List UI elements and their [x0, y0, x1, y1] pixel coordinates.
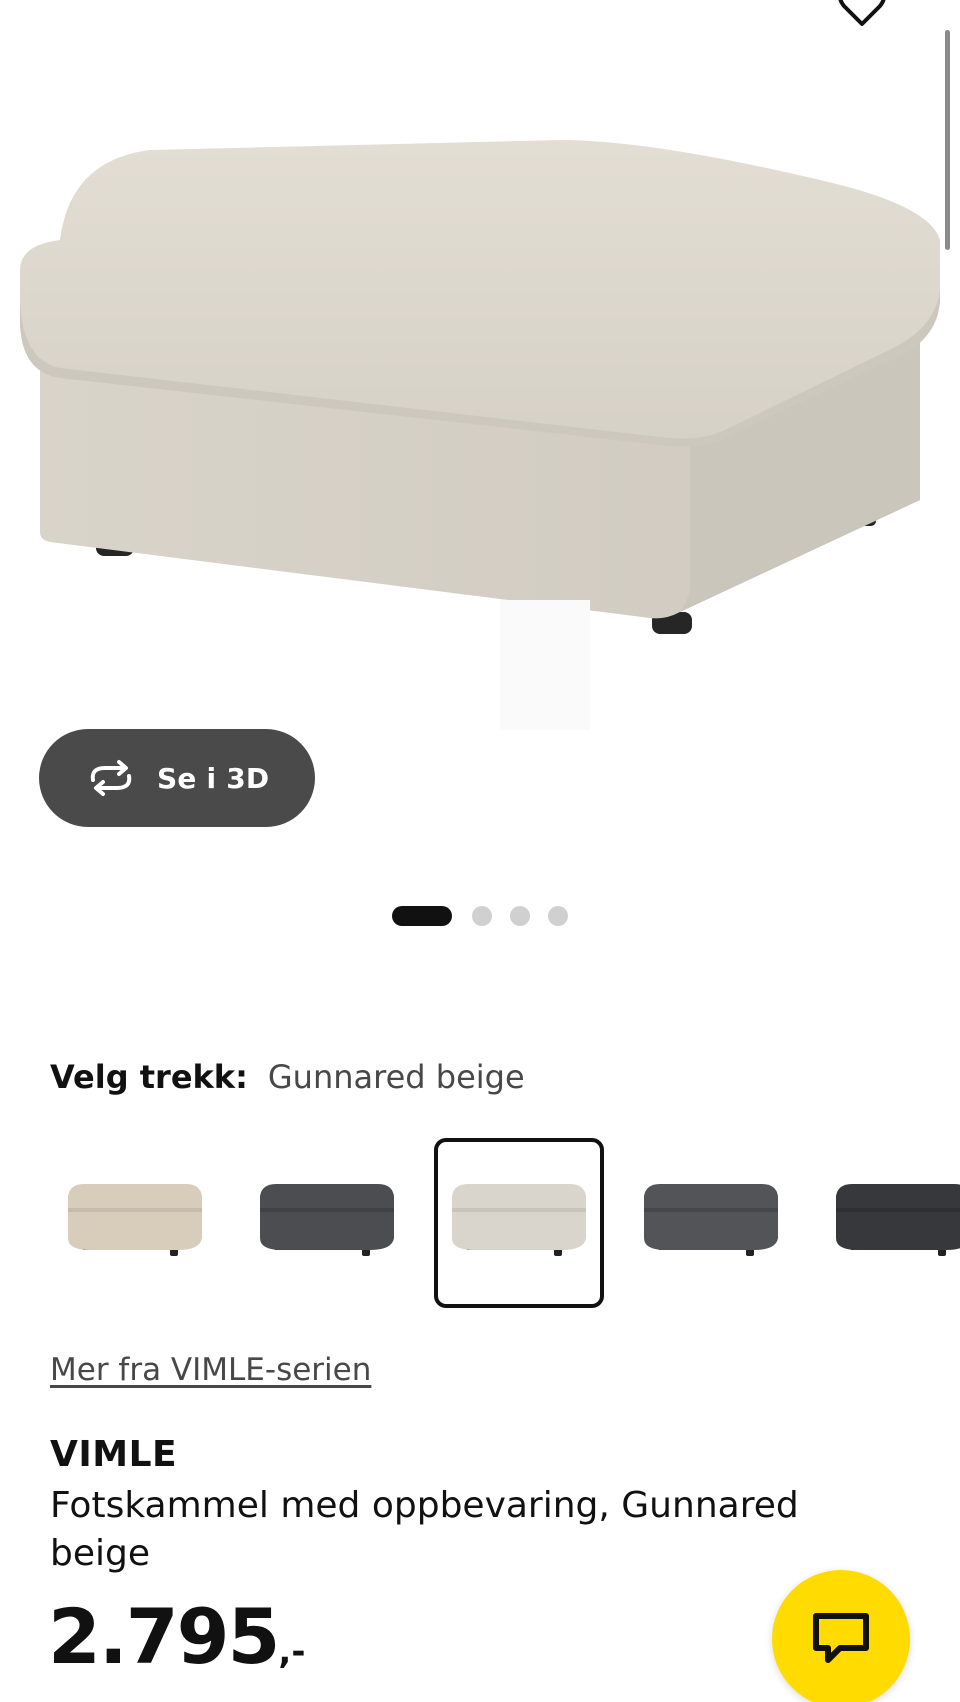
swatch-image	[836, 1184, 960, 1256]
carousel-dot-1[interactable]	[392, 906, 452, 926]
view-3d-button[interactable]: Se i 3D	[39, 729, 315, 827]
price-amount: 2.795	[48, 1592, 280, 1681]
scrollbar[interactable]	[945, 30, 950, 250]
variant-swatches	[50, 1138, 960, 1308]
swatch-charcoal[interactable]	[818, 1138, 960, 1308]
variant-selected-value: Gunnared beige	[267, 1058, 525, 1096]
wishlist-button[interactable]	[836, 0, 888, 28]
footstool-image	[20, 140, 940, 730]
carousel-dot-2[interactable]	[472, 906, 492, 926]
swatch-dark-grey[interactable]	[242, 1138, 412, 1308]
rotate-3d-icon	[90, 760, 132, 796]
product-description: Fotskammel med oppbevaring, Gunnared bei…	[50, 1485, 799, 1574]
product-page: Se i 3D Velg trekk: Gunnared beige Mer f…	[0, 0, 960, 1702]
product-price: 2.795,-	[48, 1592, 305, 1681]
swatch-image	[260, 1184, 394, 1256]
product-image[interactable]	[0, 0, 960, 740]
swatch-gunnared-beige[interactable]	[434, 1138, 604, 1308]
chat-icon	[813, 1613, 869, 1663]
variant-title: Velg trekk:	[50, 1058, 248, 1096]
series-link[interactable]: Mer fra VIMLE-serien	[50, 1352, 371, 1388]
swatch-image	[644, 1184, 778, 1256]
chat-button[interactable]	[772, 1570, 910, 1702]
price-suffix: ,-	[278, 1632, 306, 1672]
variant-selector-header: Velg trekk: Gunnared beige	[50, 1058, 525, 1096]
swatch-image	[68, 1184, 202, 1256]
swatch-medium-grey[interactable]	[626, 1138, 796, 1308]
product-name: VIMLE	[50, 1434, 178, 1475]
heart-icon	[838, 0, 886, 26]
swatch-light-beige[interactable]	[50, 1138, 220, 1308]
view-3d-label: Se i 3D	[157, 761, 270, 795]
carousel-dot-3[interactable]	[510, 906, 530, 926]
carousel-indicator	[0, 906, 960, 926]
carousel-dot-4[interactable]	[548, 906, 568, 926]
swatch-image	[452, 1184, 586, 1256]
